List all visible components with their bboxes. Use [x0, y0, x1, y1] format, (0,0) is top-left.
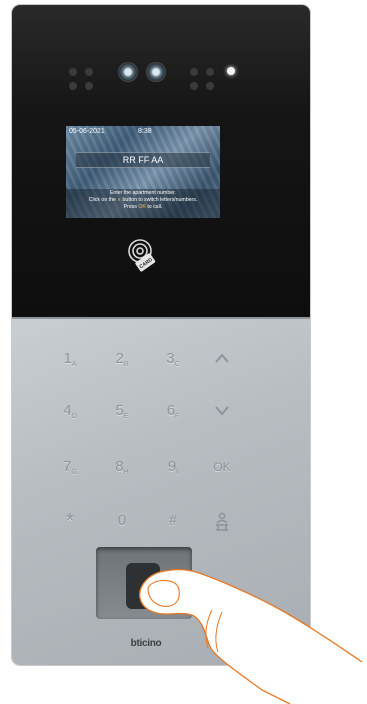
key-ok[interactable]: OK — [207, 456, 237, 478]
contactless-card-icon[interactable]: CARD — [127, 238, 157, 272]
screen-date: 05-06-2021 — [69, 128, 105, 135]
ok-label: OK — [213, 460, 231, 474]
chevron-up-icon — [215, 353, 229, 363]
screen-status-bar: 05-06-2021 8:38 — [66, 126, 220, 138]
led — [69, 82, 77, 90]
status-light — [227, 67, 235, 75]
key-0[interactable]: 0 — [107, 510, 137, 532]
screen-time: 8:38 — [138, 128, 152, 135]
key-letters: G — [71, 469, 77, 476]
instruction-text: to call. — [145, 204, 163, 210]
key-down[interactable] — [207, 400, 237, 422]
key-digit: 2 — [115, 350, 124, 367]
key-digit: 4 — [63, 402, 72, 419]
instruction-text: Click on the — [88, 197, 118, 203]
apartment-number-field[interactable]: RR FF AA — [76, 152, 210, 168]
key-6[interactable]: 6F — [158, 400, 188, 422]
key-digit: 8 — [115, 458, 124, 475]
key-9[interactable]: 9I — [158, 456, 188, 478]
instruction-line-1: Enter the apartment number. — [109, 190, 177, 196]
camera-lens-icon — [118, 62, 138, 82]
led — [190, 68, 198, 76]
key-digit: 0 — [117, 512, 127, 529]
key-7[interactable]: 7G — [55, 456, 85, 478]
key-3[interactable]: 3C — [158, 348, 188, 370]
key-digit: 9 — [167, 458, 177, 475]
key-concierge[interactable] — [207, 508, 237, 531]
key-digit: 5 — [115, 402, 124, 419]
key-digit: 6 — [166, 402, 176, 419]
key-letters: F — [175, 413, 180, 420]
led-cluster-right — [190, 68, 216, 90]
display-screen: 05-06-2021 8:38 RR FF AA Enter the apart… — [66, 126, 220, 218]
key-5[interactable]: 5E — [107, 400, 137, 422]
led — [85, 68, 93, 76]
key-letters: C — [174, 361, 180, 368]
led-cluster-left — [69, 68, 95, 90]
key-letters: H — [123, 469, 129, 476]
led — [206, 82, 214, 90]
key-star[interactable]: * — [55, 510, 85, 532]
led — [85, 82, 93, 90]
instruction-text: button to switch letters/numbers. — [121, 197, 198, 203]
screen-instructions: Enter the apartment number. Click on the… — [66, 189, 220, 218]
key-8[interactable]: 8H — [107, 456, 137, 478]
key-2[interactable]: 2B — [107, 348, 137, 370]
brand-logo: bticino — [130, 638, 162, 649]
panel-divider — [12, 317, 310, 319]
key-4[interactable]: 4D — [55, 400, 85, 422]
key-digit: * — [66, 510, 74, 532]
key-digit: 3 — [166, 350, 175, 367]
led — [190, 82, 198, 90]
led — [206, 68, 214, 76]
key-letters: E — [123, 413, 129, 420]
fingerprint-sensor[interactable] — [126, 563, 160, 609]
key-digit: # — [168, 512, 178, 529]
key-letters: A — [71, 361, 77, 368]
instruction-line-3: Press OK to call. — [66, 204, 220, 211]
key-letters: D — [71, 413, 77, 420]
key-letters: I — [176, 469, 179, 476]
instruction-line-2: Click on the ∧ button to switch letters/… — [66, 197, 220, 204]
camera-lens-icon — [146, 62, 166, 82]
concierge-icon — [216, 512, 228, 531]
key-letters: B — [123, 361, 129, 368]
key-digit: 1 — [63, 350, 72, 367]
ok-highlight: OK — [138, 204, 146, 210]
key-hash[interactable]: # — [158, 510, 188, 532]
instruction-text: Press — [123, 204, 139, 210]
key-1[interactable]: 1A — [55, 348, 85, 370]
led — [69, 68, 77, 76]
chevron-down-icon — [215, 406, 229, 416]
key-up[interactable] — [207, 348, 237, 370]
